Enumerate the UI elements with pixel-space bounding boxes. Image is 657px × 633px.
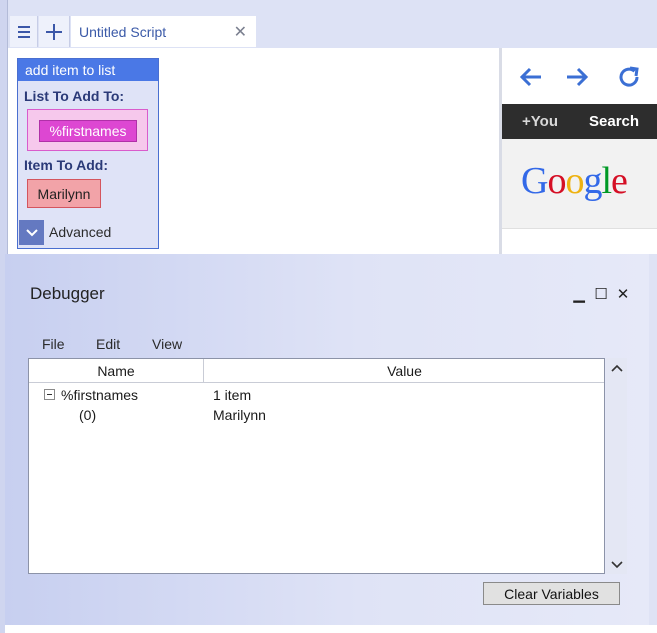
- list-slot[interactable]: %firstnames: [27, 109, 148, 151]
- scroll-down-glyph: [610, 560, 623, 568]
- arrow-right-icon[interactable]: [562, 62, 592, 92]
- arrow-left-icon[interactable]: [516, 62, 546, 92]
- browser-preview: +You Search Google: [502, 48, 657, 254]
- google-bar: +You Search: [502, 104, 657, 139]
- add-item-to-list-block[interactable]: add item to list List To Add To: %firstn…: [17, 58, 159, 249]
- variable-name: (0): [79, 407, 97, 423]
- tab-bar: Untitled Script ✕: [8, 0, 657, 48]
- reload-glyph: [619, 66, 639, 87]
- debugger-title: Debugger: [30, 284, 105, 303]
- debugger-window: Debugger ▁ ☐ ✕ File Edit View Name Value…: [5, 254, 649, 625]
- tab-title: Untitled Script: [79, 23, 167, 40]
- list-to-add-to-label: List To Add To:: [24, 88, 125, 104]
- browser-nav: [502, 48, 657, 104]
- table-row[interactable]: %firstnames 1 item: [29, 385, 604, 405]
- tab-untitled-script[interactable]: Untitled Script ✕: [71, 16, 256, 47]
- hamburger-icon[interactable]: [10, 16, 38, 47]
- scroll-up-glyph: [610, 364, 623, 372]
- item-to-add-label: Item To Add:: [24, 157, 108, 173]
- variable-value: Marilynn: [213, 407, 266, 423]
- item-value-chip[interactable]: Marilynn: [27, 179, 101, 208]
- menu-file[interactable]: File: [42, 336, 65, 352]
- plus-icon[interactable]: [39, 16, 70, 47]
- scroll-up-icon[interactable]: [609, 360, 624, 375]
- column-header-name[interactable]: Name: [29, 359, 204, 382]
- hamburger-glyph: [17, 25, 30, 38]
- logo-letter: G: [521, 160, 548, 202]
- clear-variables-button[interactable]: Clear Variables: [483, 582, 620, 605]
- variables-grid[interactable]: Name Value %firstnames 1 item (0) Marily…: [28, 358, 605, 574]
- logo-letter: l: [601, 160, 612, 202]
- reload-icon[interactable]: [614, 62, 644, 92]
- plus-glyph: [46, 23, 62, 40]
- block-title: add item to list: [18, 59, 158, 81]
- table-row[interactable]: (0) Marilynn: [29, 405, 604, 425]
- plus-you-link[interactable]: +You: [522, 113, 558, 130]
- scroll-down-icon[interactable]: [609, 557, 624, 572]
- chevron-down-icon[interactable]: [19, 220, 44, 245]
- collapse-icon[interactable]: [44, 389, 55, 400]
- bottom-strip: [5, 625, 657, 633]
- close-icon[interactable]: ✕: [234, 22, 247, 42]
- forward-glyph: [567, 67, 589, 87]
- variable-value: 1 item: [213, 387, 252, 403]
- menu-edit[interactable]: Edit: [96, 336, 120, 352]
- menu-view[interactable]: View: [152, 336, 182, 352]
- grid-header: Name Value: [29, 359, 604, 383]
- minimize-icon[interactable]: ▁: [571, 286, 587, 303]
- vertical-scrollbar[interactable]: [606, 358, 627, 574]
- google-logo-area: Google: [502, 139, 657, 229]
- chevron-glyph: [25, 228, 38, 236]
- search-link[interactable]: Search: [589, 113, 639, 130]
- list-variable-chip[interactable]: %firstnames: [39, 120, 137, 142]
- column-header-value[interactable]: Value: [205, 359, 604, 382]
- back-glyph: [519, 67, 541, 87]
- close-icon[interactable]: ✕: [615, 286, 631, 303]
- logo-letter: o: [565, 160, 584, 202]
- maximize-icon[interactable]: ☐: [593, 286, 609, 303]
- logo-letter: o: [547, 160, 566, 202]
- variable-name: %firstnames: [61, 387, 139, 403]
- logo-letter: g: [583, 160, 602, 202]
- logo-letter: e: [611, 160, 628, 202]
- advanced-label[interactable]: Advanced: [49, 224, 111, 240]
- google-logo: Google: [521, 159, 628, 203]
